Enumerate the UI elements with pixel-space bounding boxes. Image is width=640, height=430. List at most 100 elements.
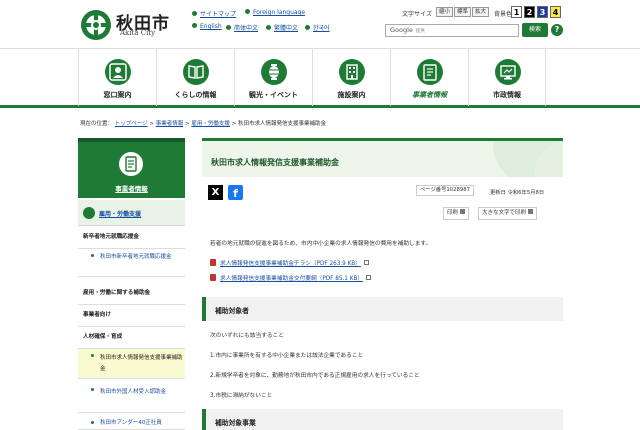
bullet-icon <box>192 11 197 16</box>
section-heading-label: 補助対象者 <box>215 307 249 315</box>
sidebar-item-employment-support[interactable]: 雇用・労働支援 <box>78 200 185 226</box>
section-heading-target: 補助対象者 <box>202 297 563 321</box>
sidebar-head-label: 事業者情報 <box>115 185 148 193</box>
lantern-icon <box>261 59 287 85</box>
pdf-icon <box>210 274 216 281</box>
nav-item-city-admin[interactable]: 市政情報 <box>468 49 546 106</box>
target-item-3: 3.市税に滞納がないこと <box>210 393 273 399</box>
bg-color-2-button[interactable]: 2 <box>524 6 535 18</box>
sidebar-sub-current-page[interactable]: 秋田市求人情報発信支援事業補助金 <box>78 349 185 379</box>
search-input[interactable]: Google 提供 <box>385 24 519 37</box>
nav-item-counter[interactable]: 窓口案内 <box>78 49 156 106</box>
sidebar-row-talent[interactable]: 人材確保・育成 <box>78 327 185 349</box>
nav-label: 観光・イベント <box>249 91 298 99</box>
title-decoration <box>493 141 563 177</box>
new-window-icon <box>366 275 372 280</box>
font-size-label: 文字サイズ <box>402 11 432 18</box>
target-intro: 次のいずれにも該当すること <box>210 333 284 339</box>
google-label: Google <box>390 26 413 34</box>
section-heading-label: 補助対象事業 <box>215 419 256 427</box>
bullet-icon <box>192 23 197 28</box>
google-provided-label: 提供 <box>415 29 425 34</box>
bullet-icon <box>91 388 94 391</box>
chinese-simplified-link[interactable]: 简体中文 <box>226 23 258 32</box>
sidebar-sub-label: 秋田市新卒者地元就職応援金 <box>100 254 172 260</box>
nav-label: 市政情報 <box>493 91 521 99</box>
large-print-button[interactable]: 大きな文字で印刷 <box>478 207 538 220</box>
nav-item-facilities[interactable]: 施設案内 <box>312 49 390 106</box>
city-emblem-icon[interactable] <box>80 9 112 41</box>
nav-label: 窓口案内 <box>103 91 132 99</box>
foreign-language-link[interactable]: Foreign language <box>245 9 305 16</box>
printer-icon <box>460 209 466 214</box>
large-print-label: 大きな文字で印刷 <box>482 210 527 216</box>
print-label: 印刷 <box>447 210 459 216</box>
bg-color-4-button[interactable]: 4 <box>550 6 561 18</box>
business-icon <box>119 152 143 176</box>
breadcrumb-employment-link[interactable]: 雇用・労働支援 <box>191 121 230 127</box>
bg-color-1-button[interactable]: 1 <box>511 6 522 18</box>
sidebar-sub-under40[interactable]: 秋田市アンダー40正社員 <box>78 416 185 430</box>
breadcrumb-prefix: 現在の位置： <box>80 121 114 127</box>
sidebar-row-business[interactable]: 事業者向け <box>78 305 185 327</box>
nav-label: くらしの情報 <box>174 91 217 99</box>
monitor-icon <box>495 59 521 85</box>
sidebar-head[interactable]: 事業者情報 <box>78 138 185 198</box>
pdf-link-label: 求人情報発信支援事業補助金交付要綱（PDF 85.1 KB） <box>220 276 364 282</box>
sitemap-link[interactable]: サイトマップ <box>192 9 236 18</box>
facebook-share-icon[interactable]: f <box>228 185 243 200</box>
page-number: ページ番号1028987 <box>416 185 474 196</box>
sidebar-sub-label: 秋田市求人情報発信支援事業補助金 <box>100 355 183 372</box>
target-item-1: 1.市内に事業所を有する中小企業または該法企業であること <box>210 353 364 359</box>
korean-link[interactable]: 한국어 <box>305 23 330 32</box>
pdf-link-label: 求人情報発信支援事業補助金チラシ（PDF 263.9 KB） <box>220 261 361 267</box>
breadcrumb-top-link[interactable]: トップページ <box>115 121 148 127</box>
printer-icon <box>528 209 534 214</box>
business-icon <box>417 59 443 85</box>
font-standard-button[interactable]: 標準 <box>454 7 471 17</box>
site-sub: Akita City <box>120 29 156 37</box>
sidebar-sub-label: 秋田市アンダー40正社員 <box>100 420 162 426</box>
sidebar: 事業者情報 雇用・労働支援 新卒者地元就職応援金 秋田市新卒者地元就職応援金 雇… <box>78 138 185 430</box>
book-icon <box>183 59 209 85</box>
chinese-traditional-link[interactable]: 繁體中文 <box>266 23 298 32</box>
font-small-button[interactable]: 縮小 <box>436 7 453 17</box>
breadcrumb-business-link[interactable]: 事業者情報 <box>156 121 184 127</box>
nav-item-tourism[interactable]: 観光・イベント <box>234 49 312 106</box>
bullet-icon <box>245 9 250 14</box>
sidebar-row-subsidies[interactable]: 雇用・労働に関する補助金 <box>78 283 185 305</box>
bullet-icon <box>305 25 310 30</box>
breadcrumb: 現在の位置： トップページ > 事業者情報 > 雇用・労働支援 > 秋田市求人情… <box>80 119 326 127</box>
nav-label: 施設案内 <box>337 91 366 99</box>
updated-date: 更新日 令和6年5月8日 <box>490 190 545 196</box>
sitemap-label: サイトマップ <box>200 11 237 18</box>
sidebar-sub-foreign-talent[interactable]: 秋田市外国人材受入認助金 <box>78 383 185 413</box>
building-icon <box>339 59 365 85</box>
bullet-icon <box>91 354 94 357</box>
bg-color-3-button[interactable]: 3 <box>537 6 548 18</box>
section-heading-project: 補助対象事業 <box>202 409 563 430</box>
page-title: 秋田市求人情報発信支援事業補助金 <box>211 158 339 167</box>
x-share-icon[interactable]: X <box>208 185 223 200</box>
guidelines-pdf-link[interactable]: 求人情報発信支援事業補助金交付要綱（PDF 85.1 KB） <box>210 273 372 282</box>
help-icon[interactable]: ? <box>551 24 563 36</box>
bullet-icon <box>266 25 271 30</box>
chinese-traditional-label: 繁體中文 <box>274 25 299 32</box>
sidebar-sub-label: 秋田市外国人材受入認助金 <box>100 389 167 395</box>
english-label: English <box>200 23 222 30</box>
page-title-bar: 秋田市求人情報発信支援事業補助金 <box>202 138 563 177</box>
breadcrumb-current: 秋田市求人情報発信支援事業補助金 <box>238 121 327 127</box>
sidebar-sub-grad-support[interactable]: 秋田市新卒者地元就職応援金 <box>78 249 185 277</box>
flyer-pdf-link[interactable]: 求人情報発信支援事業補助金チラシ（PDF 263.9 KB） <box>210 258 369 267</box>
print-button[interactable]: 印刷 <box>443 207 470 220</box>
search-button[interactable]: 検索 <box>522 23 548 37</box>
sidebar-row-grad-support[interactable]: 新卒者地元就職応援金 <box>78 227 185 249</box>
nav-item-business[interactable]: 事業者情報 <box>390 49 468 106</box>
pdf-icon <box>210 259 216 266</box>
korean-label: 한국어 <box>313 25 330 32</box>
font-large-button[interactable]: 拡大 <box>472 7 489 17</box>
global-nav: 窓口案内 くらしの情報 観光・イベント 施設案内 事業者情報 市政情報 <box>0 48 640 108</box>
english-link[interactable]: English <box>192 23 222 30</box>
nav-item-living[interactable]: くらしの情報 <box>156 49 234 106</box>
circle-bullet-icon <box>83 207 95 219</box>
